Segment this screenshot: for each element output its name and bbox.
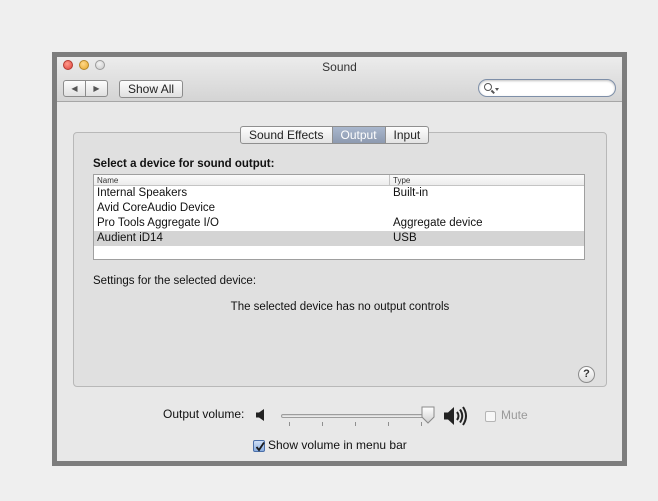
column-header-name[interactable]: Name (94, 175, 390, 185)
volume-slider-knob[interactable] (421, 406, 435, 424)
device-name: Internal Speakers (97, 187, 188, 199)
device-name: Audient iD14 (97, 232, 163, 244)
title-bar: Sound ◀ ▶ Show All (57, 57, 622, 102)
forward-button[interactable]: ▶ (86, 81, 107, 96)
sound-preferences-window: Sound ◀ ▶ Show All Sound Effects Output … (52, 52, 627, 466)
tab-output[interactable]: Output (332, 127, 386, 143)
show-all-button[interactable]: Show All (119, 80, 184, 98)
table-row[interactable]: Avid CoreAudio Device (94, 201, 584, 216)
settings-label: Settings for the selected device: (93, 275, 257, 287)
tab-sound-effects[interactable]: Sound Effects (241, 127, 333, 143)
search-field[interactable] (478, 79, 616, 97)
search-icon (484, 83, 492, 91)
device-type: Built-in (393, 187, 429, 199)
chevron-down-icon (495, 88, 499, 91)
mute-label: Mute (501, 408, 528, 422)
table-row[interactable]: Pro Tools Aggregate I/O Aggregate device (94, 216, 584, 231)
device-type (390, 201, 393, 216)
speaker-low-icon (256, 409, 264, 421)
search-input[interactable] (501, 81, 609, 95)
select-device-heading: Select a device for sound output: (93, 158, 275, 170)
nav-back-forward: ◀ ▶ (63, 80, 108, 97)
column-header-type[interactable]: Type (390, 175, 410, 185)
table-row[interactable]: Internal Speakers Built-in (94, 186, 584, 201)
device-type: Aggregate device (393, 217, 483, 229)
show-volume-menu-bar-label: Show volume in menu bar (268, 438, 407, 452)
output-volume-label: Output volume: (163, 407, 245, 421)
back-button[interactable]: ◀ (64, 81, 86, 96)
device-type: USB (393, 232, 417, 244)
show-volume-menu-bar-checkbox[interactable] (253, 440, 265, 452)
table-header: Name Type (94, 175, 584, 186)
checkmark-icon (255, 442, 265, 452)
device-name: Pro Tools Aggregate I/O (97, 217, 219, 229)
mute-checkbox[interactable] (485, 411, 496, 422)
window-title: Sound (322, 60, 357, 74)
help-button[interactable]: ? (578, 366, 595, 383)
tab-bar: Sound Effects Output Input (240, 126, 430, 144)
device-name: Avid CoreAudio Device (97, 202, 216, 214)
device-table: Name Type Internal Speakers Built-in Avi… (93, 174, 585, 260)
speaker-high-icon (444, 406, 467, 426)
table-row-selected[interactable]: Audient iD14 USB (94, 231, 584, 246)
volume-slider-track[interactable] (281, 414, 429, 418)
volume-slider-ticks (281, 422, 429, 428)
tab-input[interactable]: Input (386, 127, 429, 143)
no-controls-message: The selected device has no output contro… (230, 301, 450, 313)
